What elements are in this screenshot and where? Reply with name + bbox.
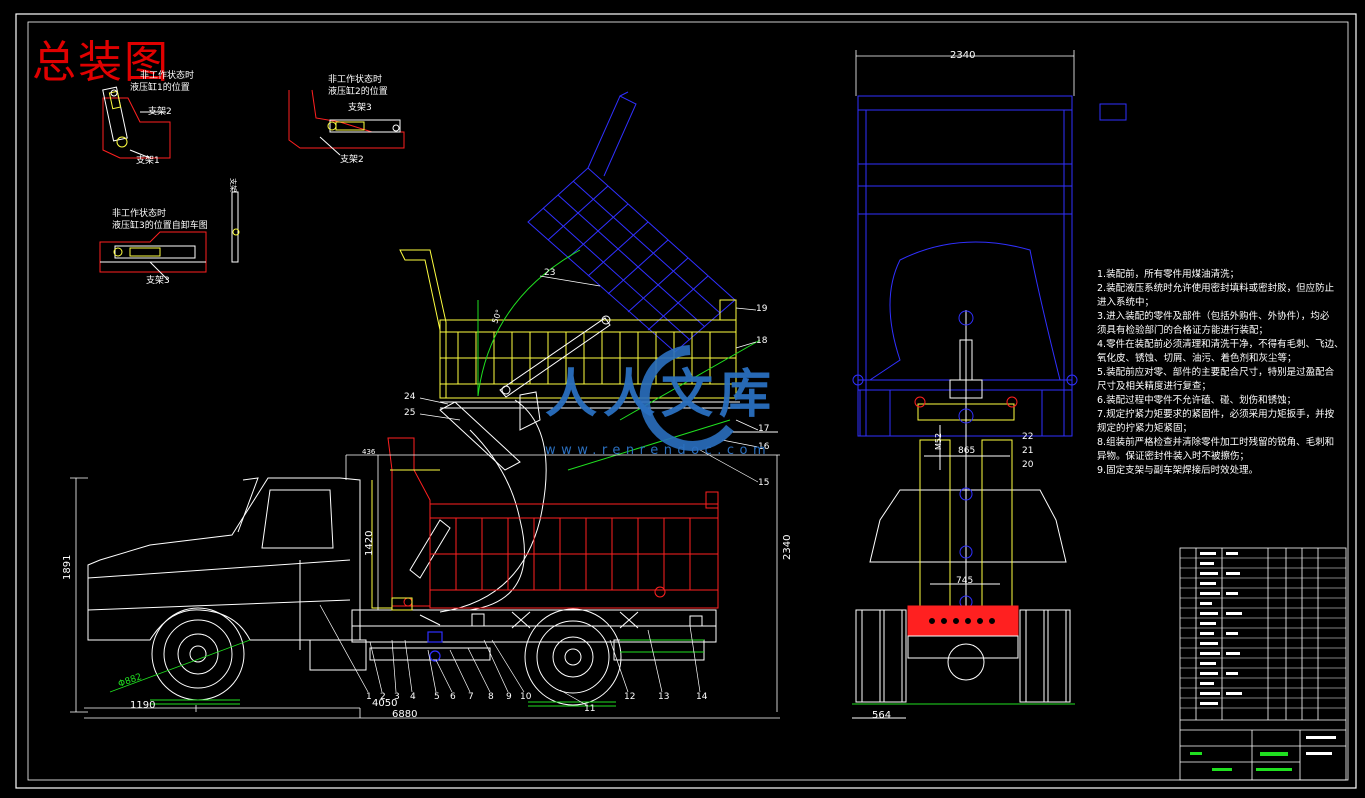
tilted-cargo-box <box>527 91 736 353</box>
balloon-9: 9 <box>506 692 512 702</box>
dim-m52: M52 <box>934 432 943 450</box>
balloon-5: 5 <box>434 692 440 702</box>
note-line: 2.装配液压系统时允许使用密封填料或密封胶，但应防止 <box>1097 283 1335 294</box>
note-line: 尺寸及相关精度进行复查； <box>1097 381 1212 392</box>
dim-1190: 1190 <box>130 700 156 711</box>
note-line: 氧化皮、锈蚀、切屑、油污、着色剂和灰尘等； <box>1097 353 1297 364</box>
dim-2340-side: 2340 <box>782 534 793 560</box>
note-line: 3.进入装配的零件及部件（包括外购件、外协件），均必 <box>1097 311 1330 322</box>
detail-1-support-2: 支架2 <box>148 107 172 117</box>
balloon-13: 13 <box>658 692 670 702</box>
balloon-19: 19 <box>756 304 768 314</box>
note-line: 6.装配过程中零件不允许磕、碰、划伤和锈蚀； <box>1097 395 1297 406</box>
note-line: 9.固定支架与副车架焊接后时效处理。 <box>1097 465 1259 476</box>
balloon-18: 18 <box>756 336 768 346</box>
balloon-3: 3 <box>394 692 400 702</box>
dim-6880: 6880 <box>392 709 418 720</box>
balloon-2: 2 <box>380 692 386 702</box>
cad-viewport[interactable]: 总装图 非工作状态时 液压缸1的位置 支架2 支架1 非工作状态时 液压缸2的位… <box>0 0 1365 798</box>
blue-markers <box>427 631 443 662</box>
detail-1-support-1: 支架1 <box>136 156 160 166</box>
note-line: 1.装配前，所有零件用煤油清洗； <box>1097 269 1240 280</box>
watermark-url: www.renrendoc.com <box>545 443 772 458</box>
balloon-4: 4 <box>410 692 416 702</box>
detail-3-support-3: 支架3 <box>146 276 170 286</box>
dim-436: 436 <box>362 448 376 456</box>
detail-2-support-2: 支架2 <box>340 155 364 165</box>
balloon-6: 6 <box>450 692 456 702</box>
dim-1891: 1891 <box>62 554 73 580</box>
rear-view <box>852 310 1071 719</box>
note-line: 4.零件在装配前必须清理和清洗干净，不得有毛刺、飞边、 <box>1097 339 1344 350</box>
balloon-8: 8 <box>488 692 494 702</box>
note-line: 8.组装前严格检查并清除零件加工时残留的锐角、毛刺和 <box>1097 437 1335 448</box>
balloon-12: 12 <box>624 692 636 702</box>
balloon-21: 21 <box>1022 446 1034 456</box>
technical-notes: 1.装配前，所有零件用煤油清洗； 2.装配液压系统时允许使用密封填料或密封胶，但… <box>1097 268 1347 478</box>
note-line: 异物。保证密封件装入时不被擦伤； <box>1097 451 1250 462</box>
dim-865: 865 <box>958 446 976 456</box>
dim-1420: 1420 <box>364 530 375 556</box>
rear-top-view <box>852 95 1127 437</box>
red-cargo-box <box>387 437 719 609</box>
detail-2-note-2: 液压缸2的位置 <box>328 87 388 97</box>
balloon-23: 23 <box>544 268 556 278</box>
dim-564: 564 <box>872 710 892 721</box>
dimension-lines <box>70 454 780 719</box>
dim-2340-top: 2340 <box>950 50 976 61</box>
detail-1-note-2: 液压缸1的位置 <box>130 83 190 93</box>
truck-side-view <box>87 477 717 706</box>
detail-1 <box>102 86 171 159</box>
balloon-25: 25 <box>404 408 416 418</box>
detail-3-note-2: 液压缸3的位置自卸车图 <box>112 221 208 231</box>
detail-3-vertical-label: 支架 <box>229 178 237 192</box>
balloon-22: 22 <box>1022 432 1034 442</box>
note-line: 5.装配前应对零、部件的主要配合尺寸，特别是过盈配合 <box>1097 367 1335 378</box>
title-block-green <box>1190 752 1292 771</box>
balloon-24: 24 <box>404 392 416 402</box>
note-line: 规定的拧紧力矩紧固； <box>1097 423 1193 434</box>
dim-745: 745 <box>956 576 974 586</box>
balloon-20: 20 <box>1022 460 1034 470</box>
balloon-1: 1 <box>366 692 372 702</box>
note-line: 须具有检验部门的合格证方能进行装配； <box>1097 325 1269 336</box>
balloon-11: 11 <box>584 704 596 714</box>
watermark-text: 人人文库 <box>545 364 778 425</box>
balloon-10: 10 <box>520 692 532 702</box>
balloon-15: 15 <box>758 478 770 488</box>
note-line: 7.规定拧紧力矩要求的紧固件，必须采用力矩扳手，并按 <box>1097 409 1335 420</box>
balloon-14: 14 <box>696 692 708 702</box>
detail-2 <box>288 89 405 156</box>
note-line: 进入系统中； <box>1097 297 1155 308</box>
detail-2-support-3: 支架3 <box>348 103 372 113</box>
balloon-7: 7 <box>468 692 474 702</box>
